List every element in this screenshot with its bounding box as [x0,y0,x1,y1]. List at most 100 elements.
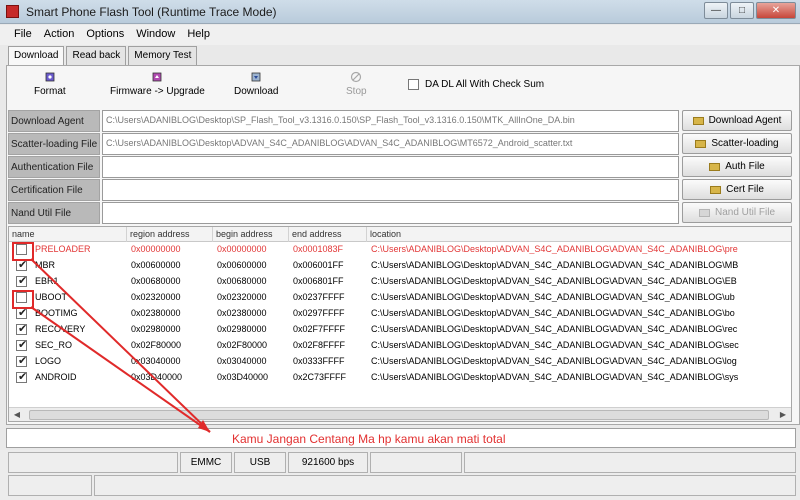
table-row[interactable]: LOGO 0x03040000 0x03040000 0x0333FFFF C:\Use… [9,354,791,370]
window-title: Smart Phone Flash Tool (Runtime Trace Mo… [26,5,277,19]
da-dl-checksum-checkbox[interactable]: DA DL All With Check Sum [408,79,544,90]
authentication-label: Authentication File [8,156,100,178]
cell-end: 0x02F7FFFF [293,324,346,334]
firmware-upgrade-button[interactable]: Firmware -> Upgrade [110,71,205,97]
row-checkbox[interactable] [16,260,27,271]
menu-options[interactable]: Options [80,25,130,45]
file-buttons: Download Agent Scatter-loading Auth File… [682,110,792,225]
cell-begin: 0x02380000 [217,308,267,318]
cell-region: 0x02320000 [131,292,181,302]
row-checkbox[interactable] [16,276,27,287]
cell-region: 0x02F80000 [131,340,182,350]
download-agent-input[interactable]: C:\Users\ADANIBLOG\Desktop\SP_Flash_Tool… [102,110,679,132]
cell-name: SEC_RO [35,340,73,350]
cell-begin: 0x00680000 [217,276,267,286]
menu-help[interactable]: Help [181,25,216,45]
close-button[interactable]: ✕ [756,2,796,19]
nand-util-label: Nand Util File [8,202,100,224]
download-agent-button[interactable]: Download Agent [682,110,792,131]
authentication-input[interactable] [102,156,679,178]
scatter-loading-input[interactable]: C:\Users\ADANIBLOG\Desktop\ADVAN_S4C_ADA… [102,133,679,155]
cell-end: 0x0333FFFF [293,356,345,366]
cell-name: BOOTIMG [35,308,78,318]
table-row[interactable]: BOOTIMG 0x02380000 0x02380000 0x0297FFFF C:\… [9,306,791,322]
format-button[interactable]: Format [34,71,66,97]
maximize-button[interactable]: □ [730,2,754,19]
checkbox-box[interactable] [408,79,419,90]
field-authentication: Authentication File [8,156,680,179]
cell-location: C:\Users\ADANIBLOG\Desktop\ADVAN_S4C_ADA… [371,372,739,382]
cell-region: 0x02980000 [131,324,181,334]
cell-begin: 0x02320000 [217,292,267,302]
status-storage: EMMC [180,452,232,473]
row-checkbox[interactable] [16,356,27,367]
scatter-loading-label: Scatter-loading File [8,133,100,155]
status-panel-blank3 [8,475,92,496]
folder-icon [709,162,721,171]
scroll-left-icon[interactable]: ◀ [11,409,23,421]
folder-icon [698,208,710,217]
cell-begin: 0x00600000 [217,260,267,270]
tab-download[interactable]: Download [8,46,65,66]
status-bar: EMMC USB 921600 bps [0,450,800,500]
table-row[interactable]: PRELOADER 0x00000000 0x00000000 0x0001083F C… [9,242,791,258]
table-row[interactable]: UBOOT 0x02320000 0x02320000 0x0237FFFF C:\Us… [9,290,791,306]
status-panel-blank4 [94,475,796,496]
download-agent-label: Download Agent [8,110,100,132]
horizontal-scrollbar[interactable]: ◀ ▶ [9,407,791,421]
cell-begin: 0x02F80000 [217,340,268,350]
certification-label: Certification File [8,179,100,201]
menu-action[interactable]: Action [38,25,81,45]
tab-read-back[interactable]: Read back [66,46,127,65]
row-checkbox[interactable] [16,372,27,383]
col-region-address[interactable]: region address [127,227,213,242]
cell-region: 0x02380000 [131,308,181,318]
table-row[interactable]: MBR 0x00600000 0x00600000 0x006001FF C:\User… [9,258,791,274]
cert-file-button[interactable]: Cert File [682,179,792,200]
stop-button[interactable]: Stop [346,71,367,97]
row-checkbox[interactable] [16,292,27,303]
table-row[interactable]: SEC_RO 0x02F80000 0x02F80000 0x02F8FFFF C:\U… [9,338,791,354]
row-checkbox[interactable] [16,308,27,319]
auth-file-button[interactable]: Auth File [682,156,792,177]
download-button[interactable]: Download [234,71,278,97]
status-port: USB [234,452,286,473]
download-label: Download [234,86,279,97]
table-row[interactable]: ANDROID 0x03D40000 0x03D40000 0x2C73FFFF C:\… [9,370,791,386]
cell-region: 0x00680000 [131,276,181,286]
col-end-address[interactable]: end address [289,227,367,242]
menu-window[interactable]: Window [130,25,181,45]
scatter-loading-button[interactable]: Scatter-loading [682,133,792,154]
table-row[interactable]: RECOVERY 0x02980000 0x02980000 0x02F7FFFF C:… [9,322,791,338]
scroll-thumb[interactable] [29,410,769,420]
col-location[interactable]: location [367,227,791,242]
cell-location: C:\Users\ADANIBLOG\Desktop\ADVAN_S4C_ADA… [371,276,737,286]
format-label: Format [34,86,66,97]
cell-location: C:\Users\ADANIBLOG\Desktop\ADVAN_S4C_ADA… [371,244,738,254]
cell-end: 0x2C73FFFF [293,372,347,382]
col-name[interactable]: name [9,227,127,242]
field-nand-util: Nand Util File [8,202,680,225]
scatter-loading-button-label: Scatter-loading [711,138,779,149]
minimize-button[interactable]: — [704,2,728,19]
certification-input[interactable] [102,179,679,201]
row-checkbox[interactable] [16,324,27,335]
row-checkbox[interactable] [16,340,27,351]
stop-label: Stop [346,86,367,97]
table-body: PRELOADER 0x00000000 0x00000000 0x0001083F C… [9,242,791,386]
cell-location: C:\Users\ADANIBLOG\Desktop\ADVAN_S4C_ADA… [371,308,735,318]
menu-file[interactable]: File [8,25,38,45]
table-row[interactable]: EBR1 0x00680000 0x00680000 0x006801FF C:\Use… [9,274,791,290]
row-checkbox[interactable] [16,244,27,255]
field-certification: Certification File [8,179,680,202]
stop-icon [351,71,362,83]
tab-memory-test[interactable]: Memory Test [128,46,198,65]
cell-end: 0x0297FFFF [293,308,345,318]
menu-bar: File Action Options Window Help [0,25,800,45]
col-begin-address[interactable]: begin address [213,227,289,242]
cell-region: 0x03040000 [131,356,181,366]
cell-location: C:\Users\ADANIBLOG\Desktop\ADVAN_S4C_ADA… [371,340,739,350]
nand-util-input[interactable] [102,202,679,224]
nand-util-file-button[interactable]: Nand Util File [682,202,792,223]
scroll-right-icon[interactable]: ▶ [777,409,789,421]
